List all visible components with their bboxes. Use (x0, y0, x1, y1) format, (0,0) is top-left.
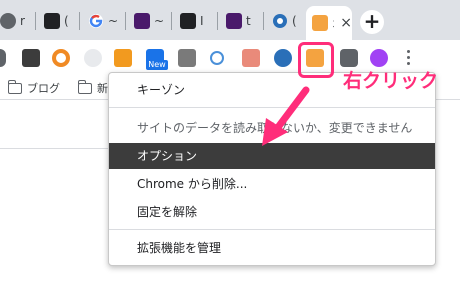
pointer-arrow-icon (262, 86, 310, 146)
